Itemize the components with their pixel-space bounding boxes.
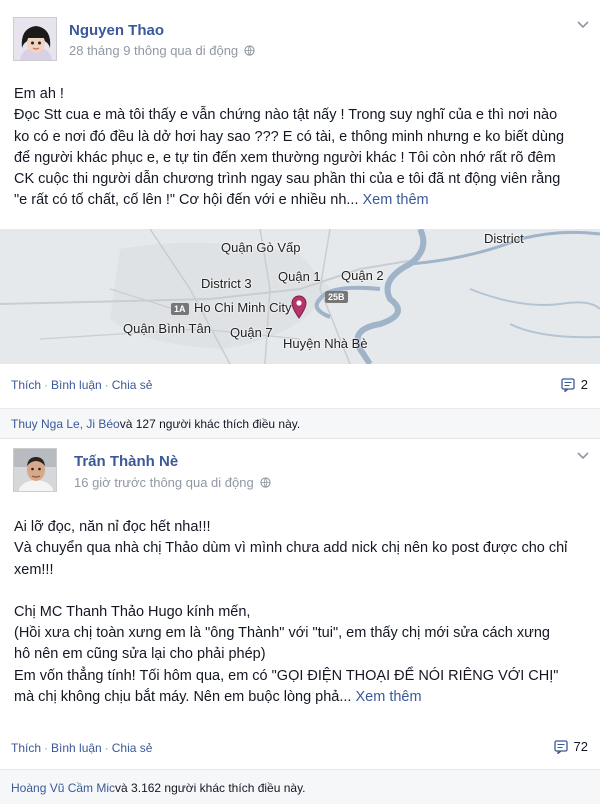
likes-text: và 127 người khác thích điều này. <box>119 416 301 431</box>
map-label: District 3 <box>201 276 252 291</box>
location-map[interactable]: District Quận Gò Vấp District 3 Quận 1 Q… <box>0 229 600 364</box>
post-line: để người khác phục e, e tự tin đến xem t… <box>14 149 556 166</box>
map-label: Quận 2 <box>341 268 384 283</box>
comment-link[interactable]: Bình luận <box>51 378 102 392</box>
chevron-down-icon[interactable] <box>576 20 590 30</box>
map-label: Quận 1 <box>278 269 321 284</box>
author-name[interactable]: Nguyen Thao <box>69 22 164 39</box>
post-line: hô nên em cũng sửa lại cho phải phép) <box>14 646 266 663</box>
map-pin-icon <box>291 295 307 319</box>
road-shield: 1A <box>171 303 189 315</box>
post-line-last: "e rất có tố chất, cố lên !" Cơ hội đến … <box>14 190 589 211</box>
road-shield: 25B <box>325 291 348 303</box>
chevron-down-icon[interactable] <box>576 451 590 461</box>
post-meta: 28 tháng 9 thông qua di động <box>69 43 255 58</box>
post-line: Em ah ! <box>14 86 64 102</box>
likers-names[interactable]: Hoàng Vũ Cầm Mic <box>11 781 115 795</box>
map-label: Quận 7 <box>230 325 273 340</box>
post-timestamp[interactable]: 16 giờ trước thông qua di động <box>74 475 254 490</box>
feed-post-2: Trấn Thành Nè 16 giờ trước thông qua di … <box>0 438 600 804</box>
comment-count: 2 <box>580 377 588 392</box>
comment-count-button[interactable]: 72 <box>553 739 588 754</box>
globe-icon <box>260 477 271 488</box>
post-line-last: mà chị không chịu bắt máy. Nên em buộc l… <box>14 687 589 708</box>
map-label: Huyện Nhà Bè <box>283 336 368 351</box>
likes-summary: Thuy Nga Le, Ji Béo và 127 người khác th… <box>0 408 600 438</box>
post-line: Chị MC Thanh Thảo Hugo kính mến, <box>14 603 251 620</box>
post-line: Ai lỡ đọc, năn nỉ đọc hết nha!!! <box>14 519 211 535</box>
likers-names[interactable]: Thuy Nga Le, Ji Béo <box>11 417 120 431</box>
separator-dot: · <box>44 741 49 755</box>
post-line: (Hồi xưa chị toàn xưng em là "ông Thành"… <box>14 625 550 642</box>
post-meta: 16 giờ trước thông qua di động <box>74 475 271 490</box>
comment-count: 72 <box>573 739 588 754</box>
post-line: Đọc Stt cua e mà tôi thấy e vẫn chứng nà… <box>14 107 558 124</box>
map-label: District <box>484 231 524 246</box>
post-line: Và chuyển qua nhà chị Thảo dùm vì mình c… <box>14 540 568 557</box>
like-link[interactable]: Thích <box>11 741 41 755</box>
post-line: ko có e nơi đó đều là dở hơi hay sao ???… <box>14 128 565 145</box>
feed-post-1: Nguyen Thao 28 tháng 9 thông qua di động… <box>0 0 600 438</box>
share-link[interactable]: Chia sẻ <box>112 741 153 755</box>
post-line: Em vốn thẳng tính! Tối hôm qua, em có "G… <box>14 667 559 684</box>
map-label: Quận Gò Vấp <box>221 240 301 255</box>
globe-icon <box>244 45 255 56</box>
post-body: Ai lỡ đọc, năn nỉ đọc hết nha!!! Và chuy… <box>14 517 589 708</box>
share-link[interactable]: Chia sẻ <box>112 378 153 392</box>
post-actions: Thích · Bình luận · Chia sẻ <box>11 741 152 755</box>
post-actions: Thích · Bình luận · Chia sẻ <box>11 378 152 392</box>
post-line: mà chị không chịu bắt máy. Nên em buộc l… <box>14 689 352 706</box>
comment-icon <box>561 377 575 392</box>
post-line: CK cuộc thi người dẫn chương trình ngay … <box>14 171 561 188</box>
separator-dot: · <box>104 378 109 392</box>
see-more-link[interactable]: Xem thêm <box>363 192 429 208</box>
post-line: xem!!! <box>14 561 54 578</box>
comment-count-button[interactable]: 2 <box>561 377 588 392</box>
separator-dot: · <box>104 741 109 755</box>
comment-icon <box>553 739 568 754</box>
likes-text: và 3.162 người khác thích điều này. <box>115 780 306 795</box>
avatar-man-icon <box>14 449 56 491</box>
author-name[interactable]: Trấn Thành Nè <box>74 453 178 470</box>
post-line: "e rất có tố chất, cố lên !" Cơ hội đến … <box>14 192 359 209</box>
like-link[interactable]: Thích <box>11 378 41 392</box>
avatar-girl-icon <box>14 18 56 60</box>
comment-link[interactable]: Bình luận <box>51 741 102 755</box>
separator-dot: · <box>44 378 49 392</box>
map-label: Ho Chi Minh City <box>194 300 292 315</box>
likes-summary: Hoàng Vũ Cầm Mic và 3.162 người khác thí… <box>0 769 600 804</box>
post-timestamp[interactable]: 28 tháng 9 thông qua di động <box>69 43 238 58</box>
map-label: Quận Bình Tân <box>123 321 211 336</box>
avatar[interactable] <box>13 17 57 61</box>
see-more-link[interactable]: Xem thêm <box>355 689 421 705</box>
avatar[interactable] <box>13 448 57 492</box>
post-body: Em ah ! Đọc Stt cua e mà tôi thấy e vẫn … <box>14 84 589 212</box>
